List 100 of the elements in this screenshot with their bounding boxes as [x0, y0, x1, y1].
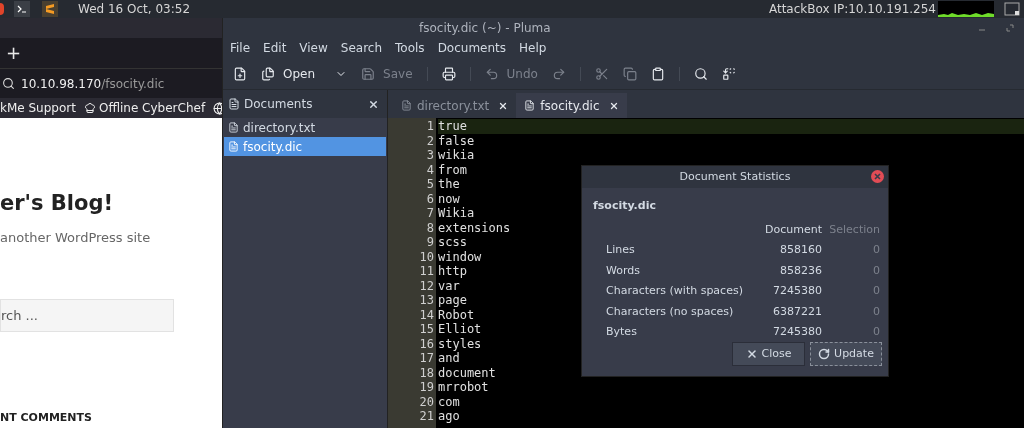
open-button[interactable]: Open — [261, 64, 348, 83]
attackbox-ip: AttackBox IP:10.10.191.254 — [768, 1, 936, 18]
menu-item[interactable]: File — [230, 39, 251, 57]
editor-app-icon[interactable] — [42, 1, 58, 17]
code-line: com — [438, 394, 460, 409]
panel-title: Documents — [244, 96, 313, 113]
bookmark-link[interactable]: kMe Support — [0, 99, 76, 117]
replace-button[interactable] — [721, 66, 736, 81]
refresh-icon — [818, 348, 831, 360]
line-number: 8 — [426, 220, 434, 235]
close-icon[interactable] — [498, 100, 509, 111]
maximize-icon[interactable] — [1006, 24, 1014, 32]
code-line: mrrobot — [438, 380, 489, 394]
line-number: 12 — [419, 278, 434, 293]
file-icon — [228, 122, 239, 133]
code-line: ago — [438, 409, 460, 423]
replace-icon — [721, 66, 736, 81]
code-line: now — [438, 191, 460, 206]
code-line: false — [438, 133, 475, 148]
column-header: Document — [764, 221, 822, 238]
undo-icon — [484, 66, 499, 81]
line-number: 19 — [419, 380, 434, 395]
printer-icon — [441, 66, 456, 81]
line-number: 3 — [426, 148, 434, 163]
globe-icon[interactable] — [213, 101, 222, 115]
editor-tab[interactable]: fsocity.dic — [516, 93, 627, 118]
line-number: 7 — [426, 206, 434, 221]
search-field[interactable]: rch ... — [0, 299, 174, 332]
search-icon — [693, 66, 708, 81]
stat-value: 0 — [872, 242, 881, 258]
redo-icon — [551, 66, 566, 81]
stat-value: 0 — [872, 262, 881, 279]
editor-tab[interactable]: directory.txt — [393, 93, 517, 118]
menu-item[interactable]: Tools — [395, 39, 425, 57]
code-line: from — [438, 162, 467, 177]
stat-value: 0 — [872, 303, 881, 320]
stat-value: 858160 — [779, 242, 822, 258]
bookmark-link[interactable]: Offline CyberChef — [83, 99, 206, 117]
menu-item[interactable]: Search — [340, 39, 383, 57]
close-icon[interactable] — [608, 100, 619, 111]
line-number: 11 — [419, 264, 434, 279]
code-line: Elliot — [438, 322, 482, 336]
stat-value: 858236 — [779, 262, 822, 279]
code-line: true — [438, 119, 467, 133]
document-item[interactable]: directory.txt — [224, 118, 386, 137]
paste-button[interactable] — [650, 66, 665, 81]
line-number: 13 — [419, 293, 434, 308]
menu-item[interactable]: Edit — [263, 39, 287, 57]
find-button[interactable] — [693, 66, 708, 81]
code-line: Robot — [438, 307, 475, 322]
blog-tagline: another WordPress site — [0, 228, 152, 247]
section-heading: NT COMMENTS — [0, 409, 93, 426]
line-number: 6 — [426, 191, 434, 206]
line-number: 15 — [419, 322, 434, 337]
scissors-icon — [594, 66, 609, 81]
blog-title: er's Blog! — [0, 190, 115, 217]
line-number: 5 — [426, 177, 434, 192]
close-icon — [745, 348, 758, 360]
stat-value: 0 — [872, 283, 881, 299]
stat-label: Characters (with spaces) — [606, 283, 744, 299]
line-number: 17 — [419, 351, 434, 366]
update-button[interactable]: Update — [810, 342, 882, 366]
clipboard-icon — [650, 66, 665, 81]
files-icon — [261, 66, 275, 81]
window-icon[interactable] — [1004, 2, 1020, 16]
stat-value: 7245380 — [772, 283, 822, 299]
window-title: fsocity.dic (~) - Pluma — [419, 20, 551, 37]
stat-value: 6387221 — [772, 303, 822, 320]
stat-label: Characters (no spaces) — [606, 303, 735, 320]
line-number: 16 — [419, 336, 434, 351]
file-icon — [524, 100, 536, 111]
file-name: fsocity.dic — [593, 198, 657, 214]
dialog-title: Document Statistics — [679, 168, 791, 185]
file-icon — [401, 100, 412, 111]
menu-item[interactable]: Documents — [437, 39, 507, 57]
document-icon — [228, 98, 240, 110]
code-line: and — [438, 351, 460, 365]
line-number: 4 — [426, 162, 434, 177]
new-button[interactable] — [233, 66, 247, 81]
code-line: window — [438, 249, 482, 264]
line-number: 1 — [426, 119, 434, 134]
close-icon[interactable] — [368, 98, 379, 110]
new-tab-button[interactable]: + — [6, 44, 22, 62]
print-button[interactable] — [441, 66, 456, 81]
stat-label: Words — [606, 262, 641, 279]
menu-item[interactable]: Help — [519, 39, 547, 57]
code-line: document — [438, 365, 496, 380]
stat-value: 0 — [872, 324, 881, 340]
code-line: styles — [438, 336, 482, 351]
close-button[interactable]: Close — [732, 342, 805, 366]
column-header: Selection — [828, 221, 881, 238]
terminal-icon[interactable] — [14, 1, 30, 17]
clock: Wed 16 Oct, 03:52 — [78, 1, 191, 18]
line-number: 2 — [426, 133, 434, 148]
chef-hat-icon — [83, 102, 96, 114]
menu-item[interactable]: View — [299, 39, 328, 57]
line-number: 20 — [419, 394, 434, 409]
app-icon[interactable] — [0, 3, 4, 15]
file-icon — [228, 141, 239, 152]
save-icon — [361, 66, 376, 81]
